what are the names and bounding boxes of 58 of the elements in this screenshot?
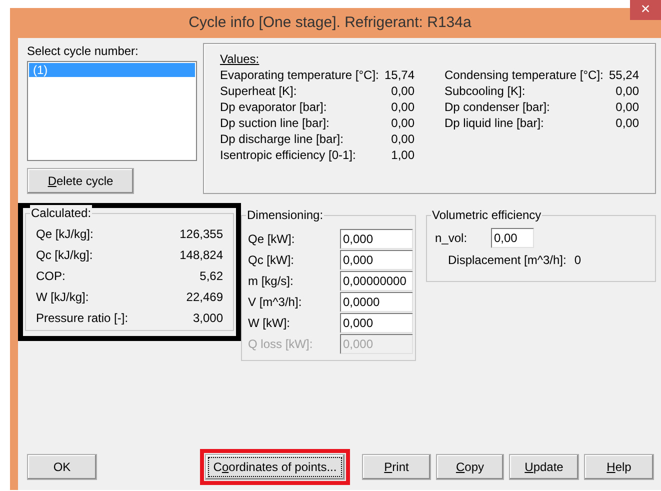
input-field[interactable]: 0,0000 [340, 292, 413, 312]
group-title: Volumetric efficiency [431, 207, 542, 223]
dialog-button[interactable]: Update [509, 454, 579, 480]
value-label: Dp discharge line [bar]: [220, 131, 344, 147]
value-label: Dp evaporator [bar]: [220, 99, 327, 115]
window-title: Cycle info [One stage]. Refrigerant: R134a [188, 12, 472, 33]
input-field[interactable]: 0,000 [340, 312, 413, 332]
calc-value: 148,824 [180, 247, 223, 264]
close-button[interactable]: × [630, 0, 661, 20]
values-title: Values: [220, 52, 260, 67]
dialog-button[interactable]: Copy [436, 454, 504, 480]
input-field[interactable]: 0,000 [340, 250, 413, 270]
input-field[interactable]: 0,000 [340, 228, 413, 248]
displacement-label: Displacement [m^3/h]: [448, 252, 566, 269]
input-field[interactable]: 0,00 [491, 228, 534, 248]
dialog-button[interactable]: Help [584, 454, 654, 480]
value-text: 0,00 [391, 131, 414, 147]
value-label: Condensing temperature [°C]: [444, 67, 604, 83]
value-label: Dp condenser [bar]: [444, 99, 550, 115]
calc-value: 126,355 [180, 226, 223, 243]
calc-label: Pressure ratio [-]: [36, 310, 128, 327]
dialog-button[interactable]: Coordinates of points... [205, 454, 345, 480]
value-text: 15,74 [384, 67, 414, 83]
calc-value: 22,469 [186, 289, 223, 306]
value-label: Superheat [K]: [220, 83, 297, 99]
value-label: Dp liquid line [bar]: [444, 115, 544, 131]
delete-cycle-button[interactable]: Delete cycle [27, 168, 134, 194]
displacement-value: 0 [574, 252, 582, 269]
input-field[interactable]: 0,00000000 [340, 270, 413, 290]
value-text: 0,00 [616, 83, 639, 99]
field-label: Qe [kW]: [248, 230, 296, 248]
value-text: 0,00 [616, 99, 639, 115]
value-text: 1,00 [391, 147, 414, 163]
value-label: Subcooling [K]: [444, 83, 526, 99]
calc-label: Qe [kJ/kg]: [36, 226, 94, 243]
calc-label: COP: [36, 268, 66, 285]
dialog-button[interactable]: Print [362, 454, 431, 480]
field-label: V [m^3/h]: [248, 294, 303, 310]
calc-value: 3,000 [192, 310, 223, 327]
list-label: Select cycle number: [27, 43, 140, 59]
value-text: 0,00 [616, 115, 639, 131]
field-label: Qc [kW]: [248, 252, 295, 268]
value-label: Isentropic efficiency [0-1]: [220, 147, 356, 163]
value-text: 55,24 [608, 67, 639, 83]
field-label: n_vol: [435, 230, 468, 247]
value-label: Dp suction line [bar]: [220, 115, 330, 131]
dialog-button[interactable]: OK [27, 454, 97, 480]
field-label: W [kW]: [248, 314, 291, 332]
value-text: 0,00 [391, 99, 414, 115]
calc-label: Qc [kJ/kg]: [36, 247, 93, 264]
calc-label: W [kJ/kg]: [36, 289, 89, 306]
value-text: 0,00 [391, 115, 414, 131]
group-title: Dimensioning: [246, 207, 324, 223]
value-label: Evaporating temperature [°C]: [220, 67, 379, 83]
value-text: 0,00 [391, 83, 414, 99]
field-label: m [kg/s]: [248, 272, 294, 290]
calc-value: 5,62 [200, 268, 223, 285]
field-label: Q loss [kW]: [248, 336, 314, 352]
